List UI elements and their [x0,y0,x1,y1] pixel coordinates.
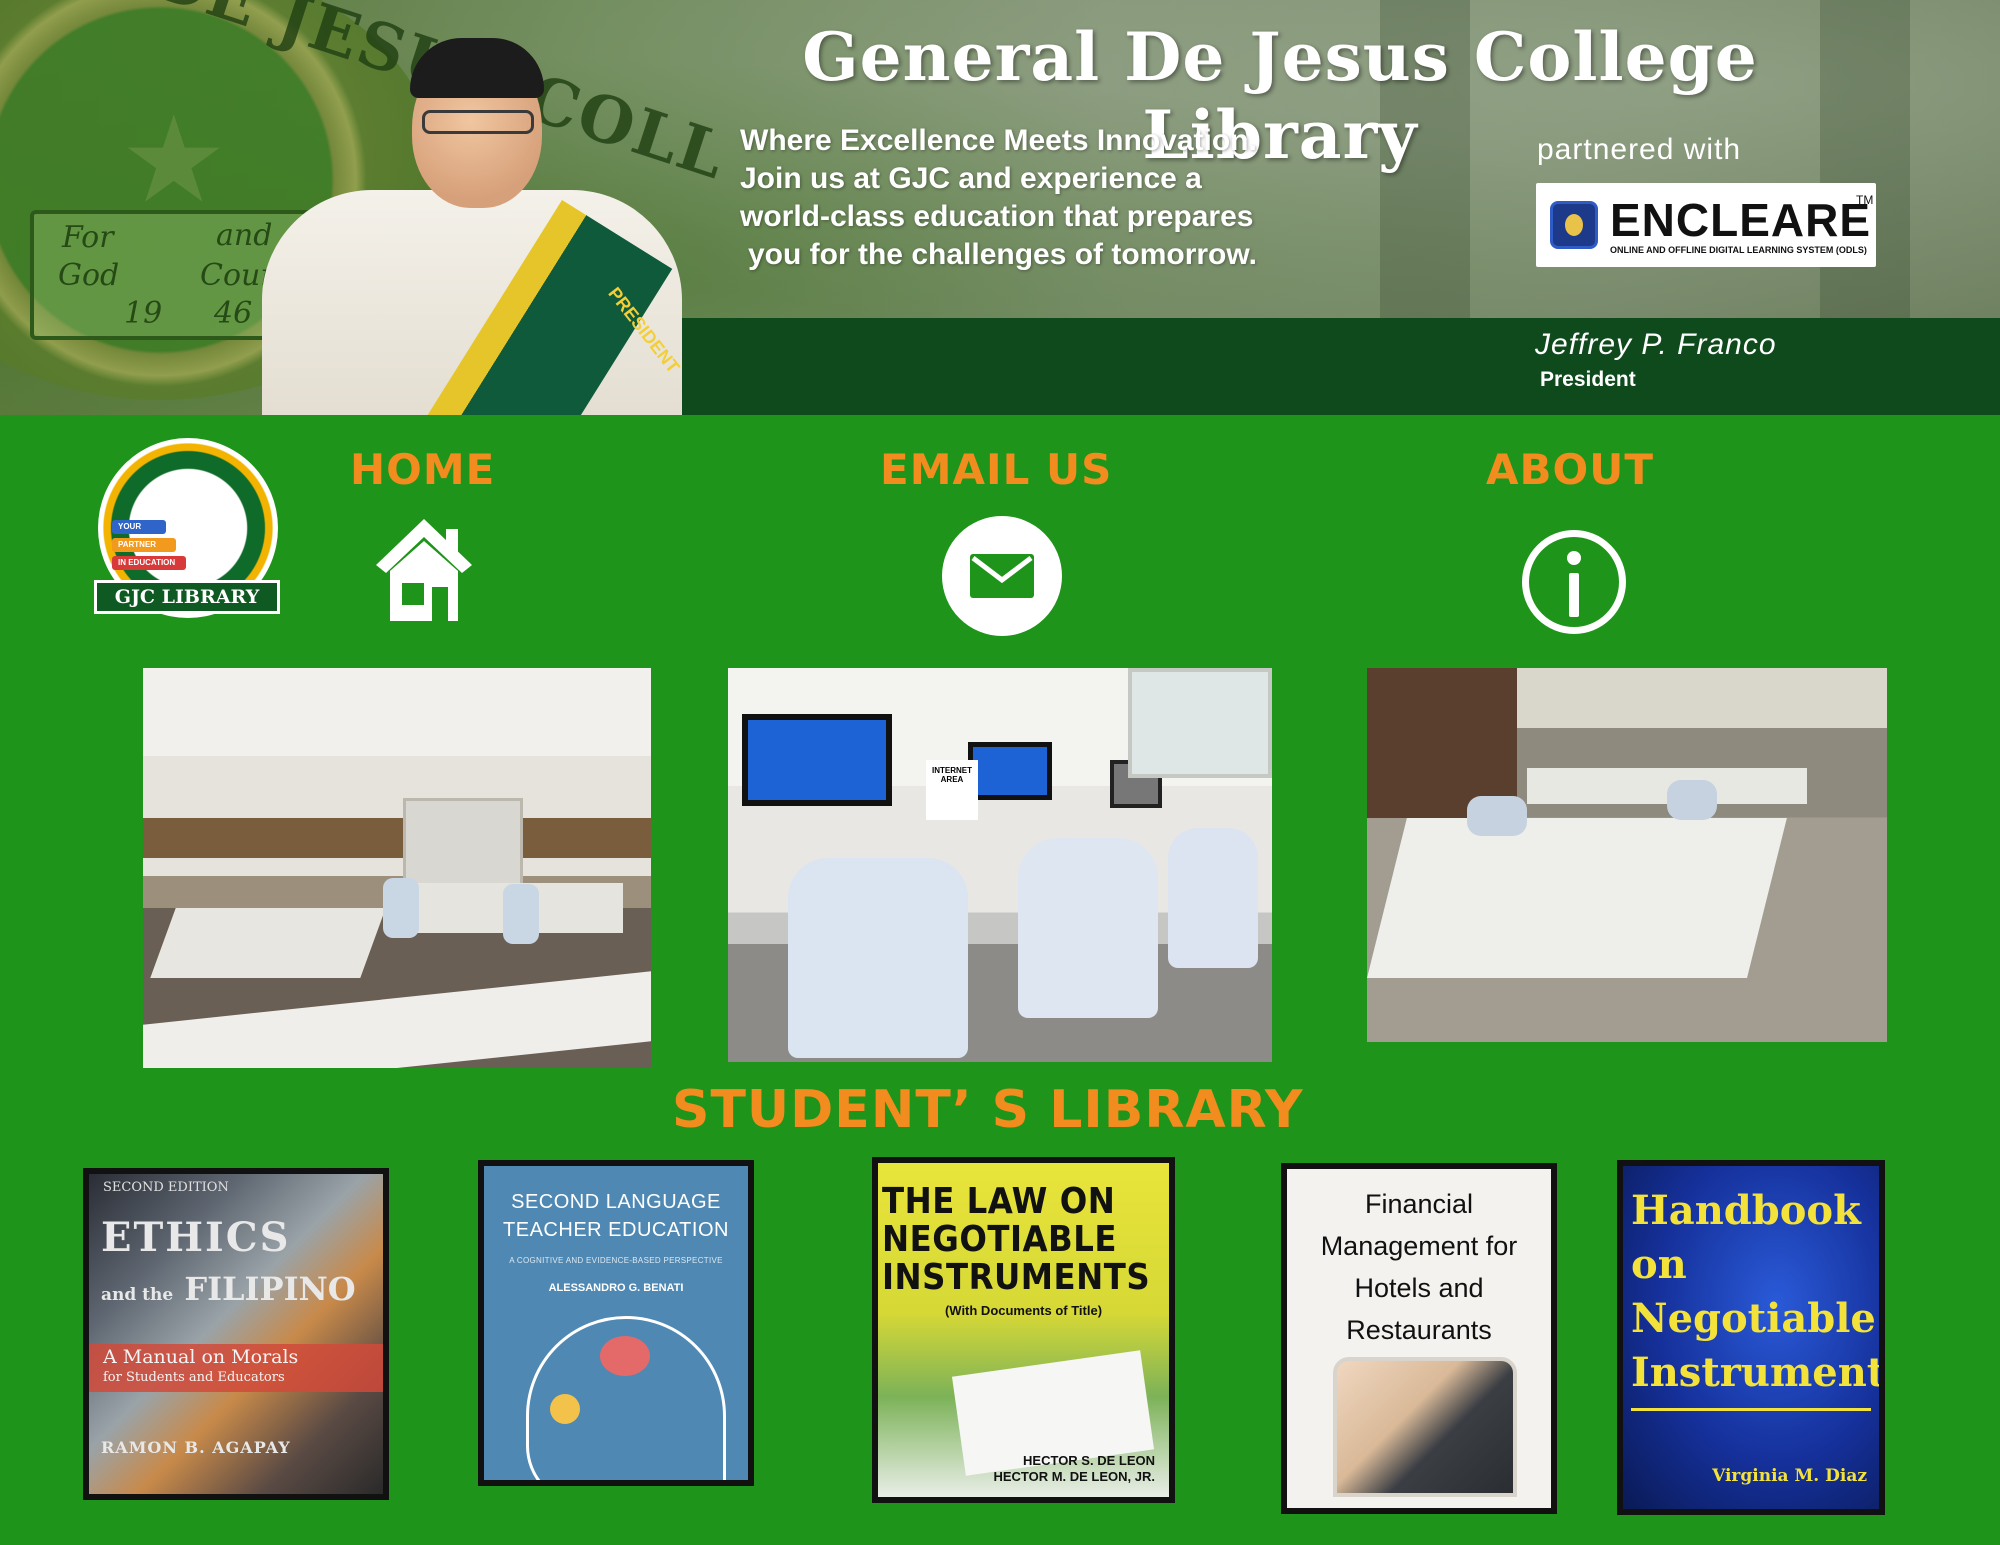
encleare-logo[interactable]: ENCLEARE TM ONLINE AND OFFLINE DIGITAL L… [1536,183,1876,267]
president-role: President [1540,368,1636,391]
book-subtitle: (With Documents of Title) [944,1303,1103,1318]
book-title: SECOND LANGUAGE TEACHER EDUCATION [484,1188,748,1244]
seal-motto-word: For [62,220,114,255]
book-tagline: A Manual on Morals [103,1346,299,1368]
president-name: Jeffrey P. Franco [1535,328,1777,361]
window [1128,668,1272,778]
chair [1467,796,1527,836]
book-title-line: Negotiable [1631,1295,1876,1342]
book-ethics-and-the-filipino[interactable]: SECOND EDITION ETHICS and the FILIPINO A… [83,1168,389,1500]
tagline-line: Join us at GJC and experience a [740,162,1202,195]
book-title-line: Hotels and [1354,1273,1484,1303]
book-financial-management-hotels-restaurants[interactable]: Financial Management for Hotels and Rest… [1281,1163,1557,1514]
book-title: THE LAW ON NEGOTIABLE INSTRUMENTS [882,1183,1150,1297]
book-edition: SECOND EDITION [103,1180,229,1195]
home-icon[interactable] [372,515,476,625]
book-subtitle-main: FILIPINO [184,1270,356,1308]
library-reading-area-photo [143,668,651,1068]
reading-table [1367,818,1787,978]
covered-chair [1018,838,1158,1018]
students-library-heading: STUDENT’ S LIBRARY [672,1080,1304,1140]
book-handbook-on-negotiable-instruments[interactable]: Handbook on Negotiable Instruments Virgi… [1617,1160,1885,1515]
book-author: HECTOR M. DE LEON, JR. [993,1469,1155,1484]
book-subtitle: and the FILIPINO [101,1270,356,1308]
book-second-language-teacher-education[interactable]: SECOND LANGUAGE TEACHER EDUCATION A COGN… [478,1160,754,1486]
computer-monitor [742,714,892,806]
partner-name: ENCLEARE [1610,194,1872,246]
seal-motto-word: God [58,258,120,293]
trademark-mark: TM [1856,193,1874,207]
book-subtitle: A COGNITIVE AND EVIDENCE-BASED PERSPECTI… [509,1256,723,1265]
partner-label: partnered with [1537,133,1742,166]
chair [1667,780,1717,820]
encleare-badge-icon [1550,201,1598,249]
book-tagline-2: for Students and Educators [103,1370,285,1385]
title-underline [1631,1408,1871,1411]
book-title-line: Handbook [1631,1187,1861,1234]
book-title-line: THE LAW ON [882,1181,1116,1222]
internet-area-sign: INTERNET AREA [926,760,978,820]
covered-chair [1168,828,1258,968]
bookshelf [143,818,651,858]
book-subtitle-small: and the [101,1285,174,1305]
logo-label: GJC LIBRARY [94,580,280,614]
library-hall-photo [1367,668,1887,1042]
book-title-line: NEGOTIABLE [882,1219,1117,1260]
book-title-line: Instruments [1631,1349,1885,1396]
book-title: Handbook on Negotiable Instruments [1631,1184,1885,1400]
tagline-line: world-class education that prepares [740,200,1254,233]
book-authors: HECTOR S. DE LEON HECTOR M. DE LEON, JR. [993,1453,1155,1485]
president-glasses [422,110,534,134]
banner-name-bar [640,318,2000,415]
tagline-line: you for the challenges of tomorrow. [748,238,1257,271]
nav-email-link[interactable]: EMAIL US [880,445,1112,494]
book-title-line: Management for [1320,1231,1518,1261]
book-author: HECTOR S. DE LEON [1023,1453,1155,1468]
lightbulb-icon [550,1394,580,1424]
logo-tag: YOUR [112,520,166,534]
chair [503,884,539,944]
handshake-photo [1333,1357,1517,1497]
info-dot [1567,551,1581,565]
book-title-line: Restaurants [1346,1315,1492,1345]
book-author: ALESSANDRO G. BENATI [548,1282,684,1294]
counter-shelf [143,971,651,1068]
seal-motto-word: 46 [214,296,253,331]
book-title: Financial Management for Hotels and Rest… [1287,1183,1551,1351]
nav-home-link[interactable]: HOME [350,445,495,494]
book-title-line: TEACHER EDUCATION [503,1219,729,1241]
internet-area-photo: INTERNET AREA [728,668,1272,1062]
partner-subtitle: ONLINE AND OFFLINE DIGITAL LEARNING SYST… [1610,245,1867,255]
computer-monitor [968,742,1052,800]
logo-tag: PARTNER [112,538,176,552]
book-title-line: SECOND LANGUAGE [511,1191,721,1213]
book-title-line: Financial [1364,1189,1474,1219]
book-author: RAMON B. AGAPAY [101,1438,291,1457]
info-icon[interactable] [1522,530,1626,634]
gjc-library-logo[interactable]: YOUR PARTNER IN EDUCATION GJC LIBRARY [88,438,286,618]
chair [383,878,419,938]
nav-about-link[interactable]: ABOUT [1486,445,1654,494]
book-law-on-negotiable-instruments[interactable]: THE LAW ON NEGOTIABLE INSTRUMENTS (With … [872,1157,1175,1503]
brain-icon [600,1336,650,1376]
book-title-line: INSTRUMENTS [882,1257,1151,1298]
book-title: ETHICS [101,1214,291,1261]
email-icon[interactable] [942,516,1062,636]
info-stem [1569,573,1579,617]
reading-table [150,908,386,978]
star-torch-icon: ★ [120,93,228,227]
tagline: Where Excellence Meets Innovation. Join … [740,122,1300,274]
seal-motto-word: 19 [124,296,163,331]
tagline-line: Where Excellence Meets Innovation. [740,124,1257,157]
president-photo: PRESIDENT [262,20,684,415]
book-title-line: on [1631,1241,1687,1288]
header-banner: AL DE JESUS COLL ★ For and God Country 1… [0,0,2000,415]
president-hair [410,38,544,98]
book-author: Virginia M. Diaz [1712,1466,1867,1486]
covered-chair [788,858,968,1058]
logo-tag: IN EDUCATION [112,556,186,570]
